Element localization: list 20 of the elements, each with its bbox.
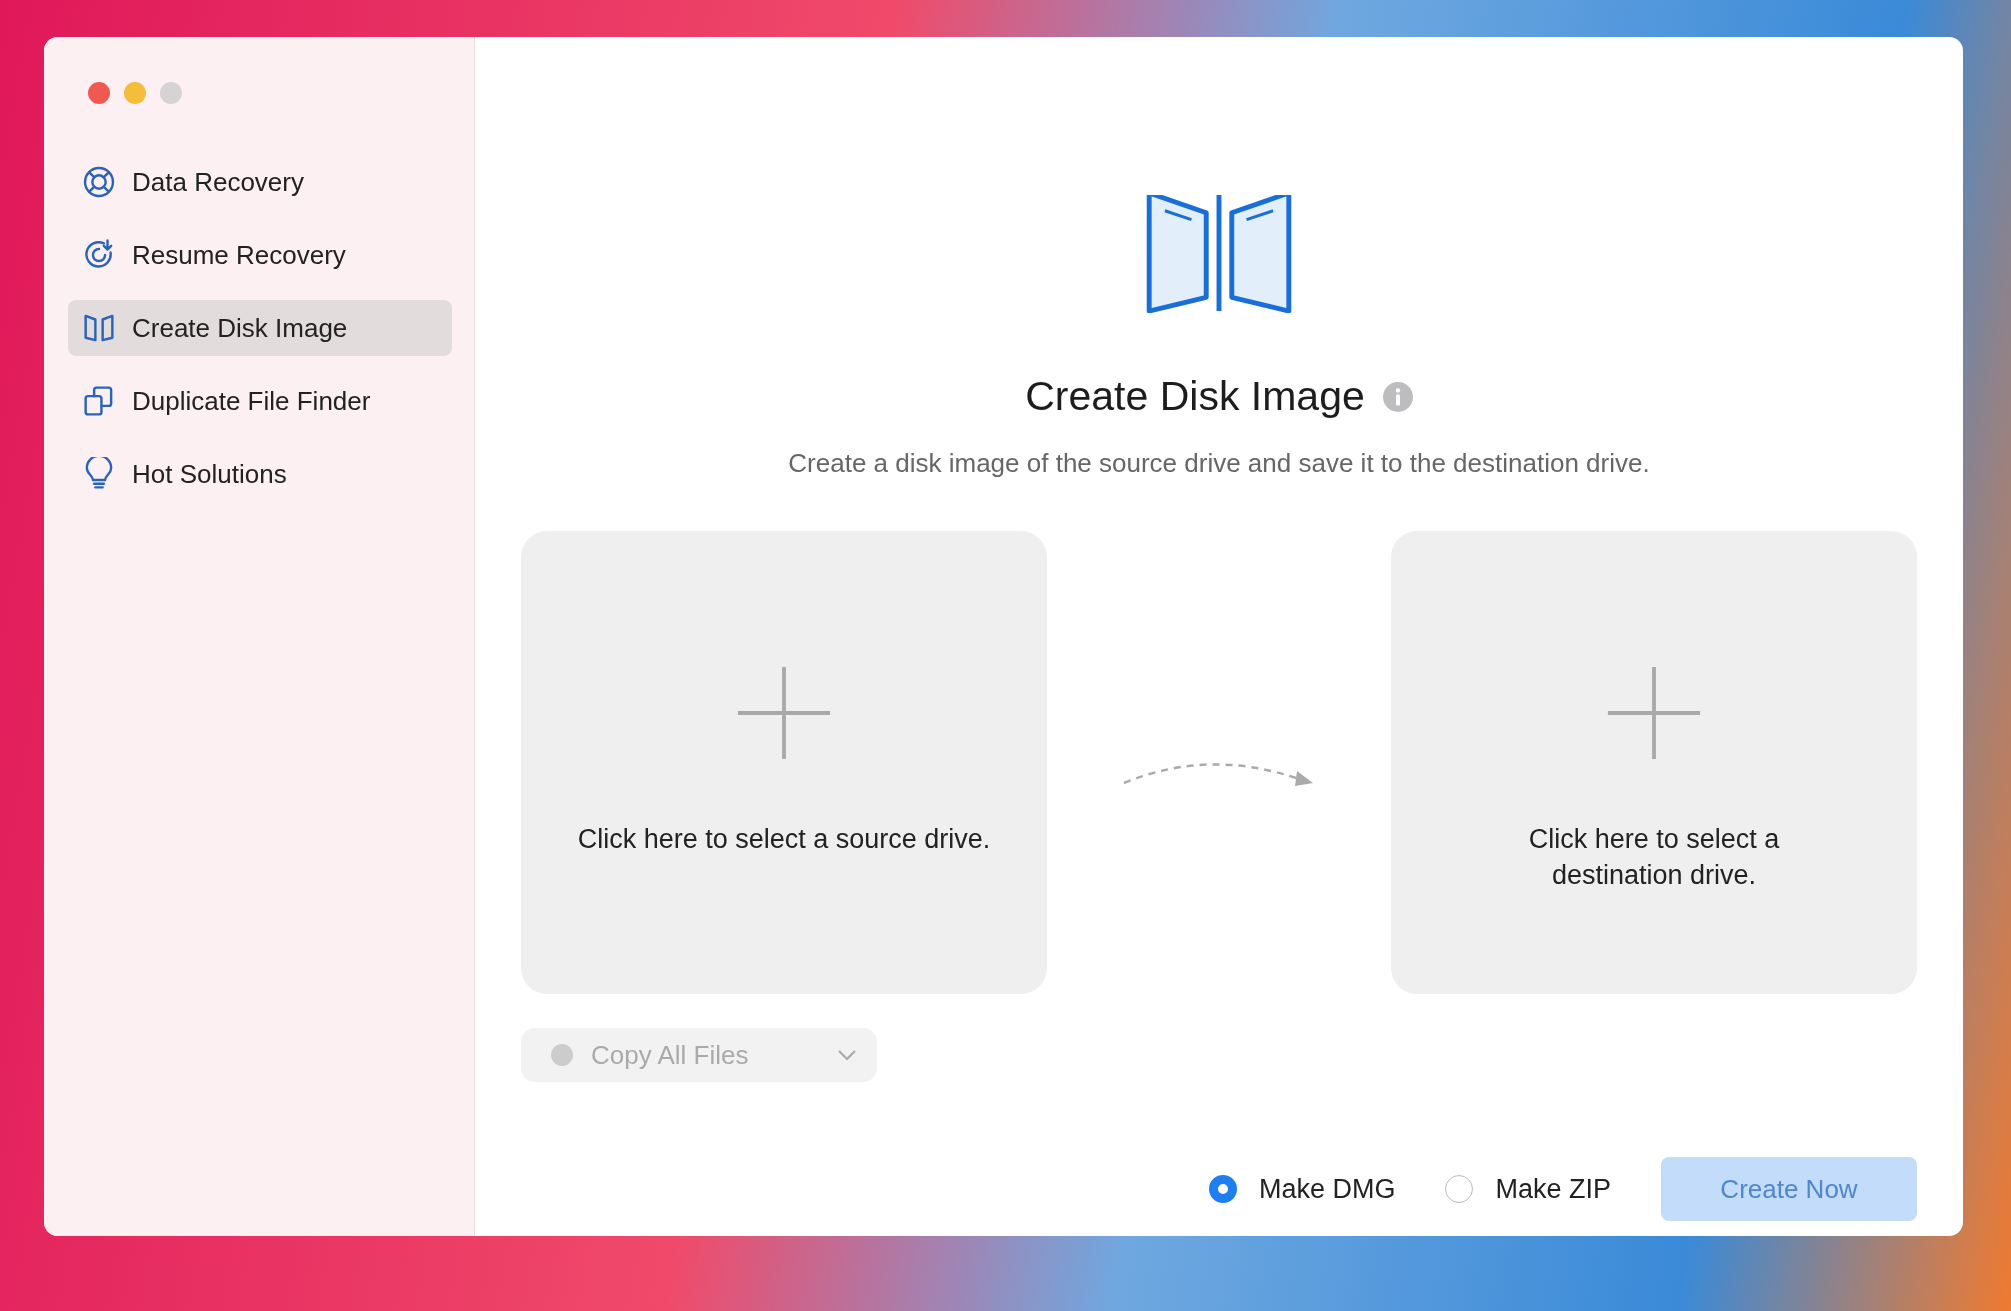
sidebar-item[interactable]: Resume Recovery (68, 227, 452, 283)
format-radio[interactable]: Make ZIP (1445, 1173, 1611, 1205)
source-drive-card[interactable]: Click here to select a source drive. (521, 531, 1047, 994)
zoom-button[interactable] (160, 82, 182, 104)
info-icon[interactable] (1382, 381, 1413, 412)
page-title: Create Disk Image (1025, 373, 1365, 420)
chevron-down-icon (837, 1049, 857, 1061)
sidebar-item[interactable]: Duplicate File Finder (68, 373, 452, 429)
open-book-icon (1145, 195, 1293, 313)
plus-icon (736, 665, 832, 761)
lifebuoy-icon (82, 165, 116, 199)
destination-drive-card[interactable]: Click here to select a destination drive. (1391, 531, 1917, 994)
close-button[interactable] (88, 82, 110, 104)
sidebar-item[interactable]: Hot Solutions (68, 446, 452, 502)
format-radio[interactable]: Make DMG (1208, 1173, 1396, 1205)
plus-icon (1606, 665, 1702, 761)
minimize-button[interactable] (124, 82, 146, 104)
sidebar-item[interactable]: Create Disk Image (68, 300, 452, 356)
page-description: Create a disk image of the source drive and save it to the destination drive. (788, 448, 1650, 479)
sidebar-item[interactable]: Data Recovery (68, 154, 452, 210)
